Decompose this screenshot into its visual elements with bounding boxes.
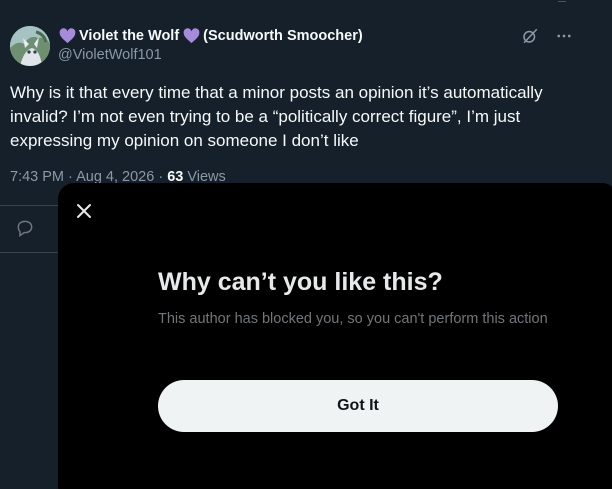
avatar[interactable] — [10, 26, 50, 66]
tweet-text: Why is it that every time that a minor p… — [10, 83, 543, 150]
page: Violet the Wolf (Scudworth Smoocher) @Vi… — [0, 0, 612, 489]
dialog-description: This author has blocked you, so you can'… — [158, 311, 548, 327]
got-it-button[interactable]: Got It — [158, 380, 558, 432]
close-icon[interactable] — [72, 199, 96, 223]
author-name-row[interactable]: Violet the Wolf (Scudworth Smoocher) — [58, 27, 363, 45]
author-name[interactable]: Violet the Wolf — [79, 28, 179, 44]
tweet-actions — [520, 26, 574, 46]
more-icon[interactable] — [554, 26, 574, 46]
top-separator — [0, 0, 612, 4]
author-handle[interactable]: @VioletWolf101 — [58, 47, 162, 63]
heart-icon — [183, 28, 200, 44]
dialog-title: Why can’t you like this? — [158, 268, 443, 296]
grok-icon[interactable] — [520, 26, 540, 46]
reply-icon[interactable] — [15, 218, 35, 243]
blocked-like-dialog: Why can’t you like this? This author has… — [58, 183, 612, 489]
heart-icon — [59, 28, 76, 44]
author-name-suffix[interactable]: (Scudworth Smoocher) — [203, 28, 363, 44]
